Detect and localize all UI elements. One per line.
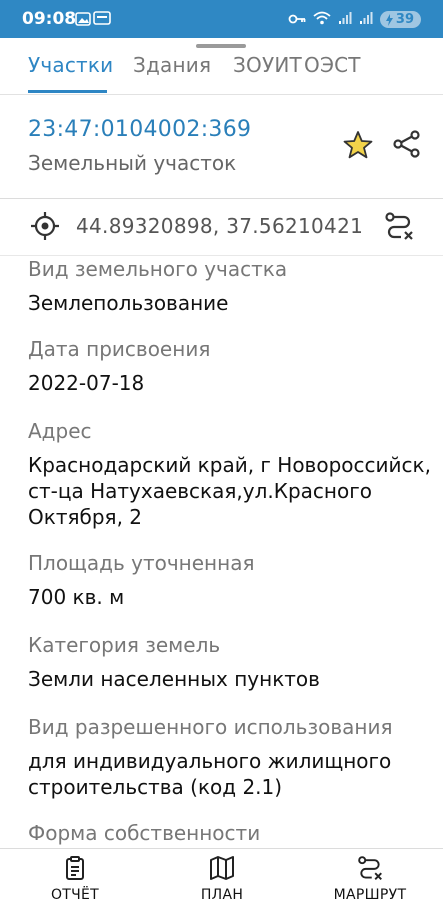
field-label: Адрес xyxy=(28,419,92,443)
drag-handle[interactable] xyxy=(196,44,246,48)
signal-icon-2 xyxy=(359,10,373,29)
coordinates-row: 44.89320898, 37.56210421 xyxy=(0,199,443,256)
battery-level: 39 xyxy=(395,12,414,27)
field-label: Вид разрешенного использования xyxy=(28,715,393,739)
field-label: Форма собственности xyxy=(28,821,261,845)
report-icon xyxy=(66,856,84,880)
field-address: Адрес Краснодарский край, г Новороссийск… xyxy=(28,418,438,530)
status-bar: 09:08 39 xyxy=(0,0,443,38)
key-icon xyxy=(288,10,306,29)
share-icon[interactable] xyxy=(392,129,422,163)
field-value: для индивидуального жилищного строительс… xyxy=(28,749,392,799)
route-label: МАРШРУТ xyxy=(333,887,407,903)
report-label: ОТЧЁТ xyxy=(50,887,100,903)
bottom-navigation: ОТЧЁТ ПЛАН МАРШРУТ xyxy=(0,848,443,903)
field-value: Землепользование xyxy=(28,291,229,315)
bolt-icon xyxy=(385,13,393,26)
field-land-category: Категория земель Земли населенных пункто… xyxy=(28,632,438,692)
field-value: Краснодарский край, г Новороссийск, ст-ц… xyxy=(28,453,431,529)
object-header: 23:47:0104002:369 Земельный участок xyxy=(0,95,443,199)
tab-bar: Участки Здания ЗОУИТ ОЭСТ xyxy=(0,38,443,95)
field-value: Земли населенных пунктов xyxy=(28,667,320,691)
cadastral-number[interactable]: 23:47:0104002:369 xyxy=(28,117,251,142)
object-type: Земельный участок xyxy=(28,151,237,175)
wifi-icon xyxy=(313,10,331,29)
route-icon[interactable] xyxy=(384,211,414,245)
gallery-notification-icon xyxy=(75,11,91,27)
plan-button[interactable]: ПЛАН xyxy=(196,855,248,903)
report-button[interactable]: ОТЧЁТ xyxy=(44,855,106,903)
status-time: 09:08 xyxy=(22,9,77,29)
field-label: Дата присвоения xyxy=(28,337,211,361)
route-button[interactable]: МАРШРУТ xyxy=(330,855,410,903)
tab-zouit[interactable]: ЗОУИТ xyxy=(233,53,302,77)
card-notification-icon xyxy=(93,11,111,25)
field-ownership-form: Форма собственности xyxy=(28,820,438,848)
tab-oest[interactable]: ОЭСТ xyxy=(304,53,361,77)
field-permitted-use: Вид разрешенного использования для индив… xyxy=(28,714,438,800)
field-land-type: Вид земельного участка Землепользование xyxy=(28,256,438,316)
field-label: Категория земель xyxy=(28,633,221,657)
active-tab-indicator xyxy=(28,90,107,93)
map-icon xyxy=(210,856,234,880)
location-target-icon[interactable] xyxy=(30,211,60,245)
tab-parcels[interactable]: Участки xyxy=(28,53,113,77)
field-area: Площадь уточненная 700 кв. м xyxy=(28,550,438,610)
status-icons: 39 xyxy=(288,10,421,29)
route-nav-icon xyxy=(358,856,382,880)
parcel-details: Вид земельного участка Землепользование … xyxy=(0,256,443,848)
battery-indicator: 39 xyxy=(379,11,421,28)
coordinates-text[interactable]: 44.89320898, 37.56210421 xyxy=(76,214,363,238)
field-assignment-date: Дата присвоения 2022-07-18 xyxy=(28,336,438,396)
field-label: Площадь уточненная xyxy=(28,551,255,575)
star-icon[interactable] xyxy=(342,130,374,164)
tab-buildings[interactable]: Здания xyxy=(133,53,211,77)
field-value: 700 кв. м xyxy=(28,585,125,609)
field-label: Вид земельного участка xyxy=(28,257,288,281)
plan-label: ПЛАН xyxy=(200,887,244,903)
signal-icon-1 xyxy=(338,10,352,29)
field-value: 2022-07-18 xyxy=(28,371,145,395)
